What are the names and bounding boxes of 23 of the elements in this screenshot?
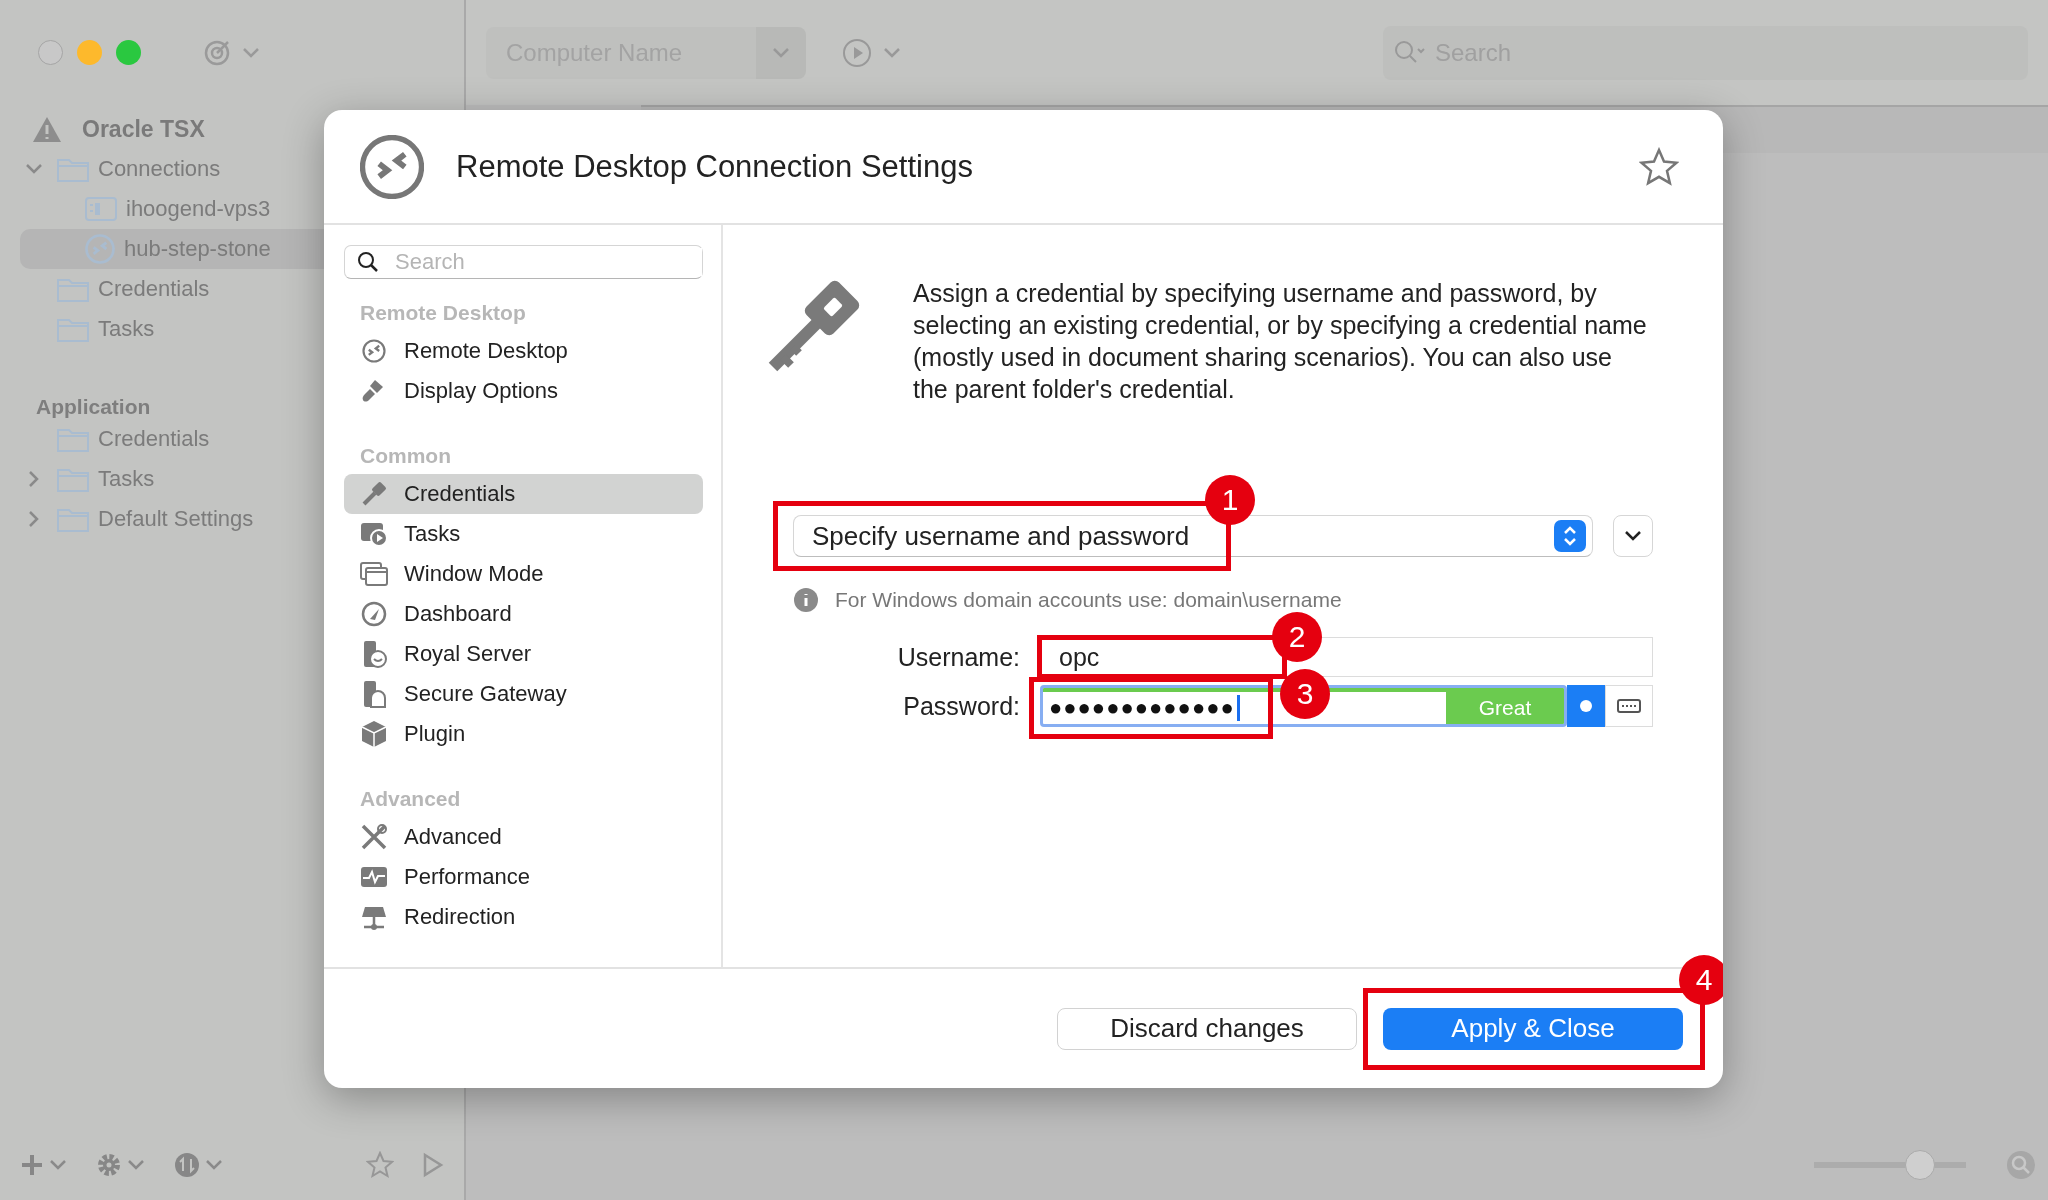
- password-label: Password:: [902, 691, 1021, 721]
- tree-item-label: Connections: [98, 156, 221, 182]
- nav-section-header: Remote Desktop: [359, 301, 527, 326]
- tree-item-label: Tasks: [98, 316, 155, 342]
- tree-item-label: Credentials: [98, 426, 210, 452]
- callout-badge: 4: [1679, 954, 1723, 1005]
- callout-badge: 3: [1280, 669, 1330, 719]
- document-title: Oracle TSX: [82, 115, 205, 143]
- tree-item-label: Credentials: [98, 276, 210, 302]
- callout-badge: 2: [1272, 612, 1322, 662]
- nav-section-header: Advanced: [359, 787, 462, 812]
- nav-section-header: Common: [359, 444, 452, 469]
- tree-item-label: Default Settings: [98, 506, 254, 532]
- tree-item-label: ihoogend-vps3: [126, 196, 271, 222]
- username-label: Username:: [896, 642, 1021, 672]
- dialog-title: Remote Desktop Connection Settings: [456, 148, 974, 185]
- strength-label: Great: [1446, 692, 1564, 724]
- tree-item-label: hub-step-stone: [124, 236, 271, 262]
- section-header: Application: [35, 394, 151, 419]
- description-text: Assign a credential by specifying username and password, by selecting an existing credential, or by specifying a credential name (mostly used in document sharing scenarios). You can also use the parent folder's credential.: [913, 278, 1648, 405]
- callout-badge: 1: [1205, 475, 1255, 525]
- tree-item-label: Tasks: [98, 466, 155, 492]
- hint-text: For Windows domain accounts use: domain\username: [835, 588, 1342, 612]
